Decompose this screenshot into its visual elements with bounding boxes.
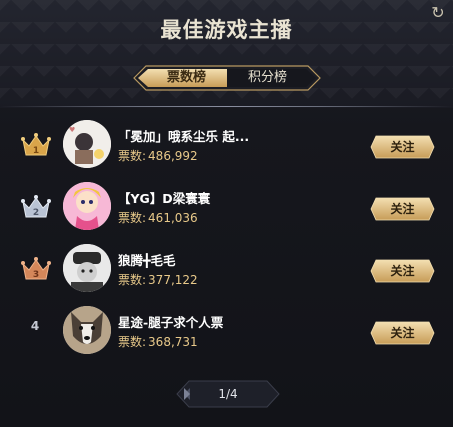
- follow-button[interactable]: 关注: [370, 135, 435, 159]
- avatar[interactable]: [63, 182, 111, 230]
- vote-count: 票数: 377,122: [118, 271, 198, 288]
- streamer-name[interactable]: 【YG】D梁寰寰: [118, 188, 288, 207]
- follow-label: 关注: [390, 264, 415, 278]
- refresh-icon[interactable]: ↻: [429, 4, 447, 22]
- avatar[interactable]: [63, 244, 111, 292]
- follow-button[interactable]: 关注: [370, 321, 435, 345]
- next-page-icon[interactable]: [176, 380, 198, 408]
- avatar[interactable]: ♥: [63, 120, 111, 168]
- silver-crown-icon: 2: [21, 195, 51, 218]
- rank-number: 4: [30, 319, 40, 333]
- pagination: 1/4: [176, 380, 280, 408]
- svg-text:1: 1: [33, 146, 39, 156]
- tab-bar: 票数榜 积分榜: [132, 65, 322, 91]
- list-item: 3 狼腾╋毛毛 票数: 377,122 关注: [0, 241, 453, 299]
- votes-label: 票数:: [118, 273, 147, 287]
- follow-label: 关注: [390, 326, 415, 340]
- follow-button[interactable]: 关注: [370, 197, 435, 221]
- bronze-crown-icon: 3: [21, 257, 51, 280]
- svg-text:♥: ♥: [69, 126, 75, 134]
- avatar[interactable]: [63, 306, 111, 354]
- vote-count: 票数: 368,731: [118, 333, 198, 350]
- list-item: 2 【YG】D梁寰寰 票数: 461,036 关注: [0, 179, 453, 237]
- gold-crown-icon: 1: [21, 133, 51, 156]
- follow-label: 关注: [390, 202, 415, 216]
- vote-count: 票数: 486,992: [118, 147, 198, 164]
- votes-value: 461,036: [148, 211, 198, 225]
- vote-count: 票数: 461,036: [118, 209, 198, 226]
- page-title: 最佳游戏主播: [160, 18, 293, 42]
- streamer-name[interactable]: 「冕加」哦系尘乐 起...: [118, 126, 288, 145]
- ranking-panel: 最佳游戏主播 ↻ 票数榜 积分榜 1 ♥ 「冕加」哦系尘乐 起... 票数: 4…: [0, 0, 453, 427]
- list-item: 1 ♥ 「冕加」哦系尘乐 起... 票数: 486,992 关注: [0, 117, 453, 175]
- votes-value: 486,992: [148, 149, 198, 163]
- votes-label: 票数:: [118, 211, 147, 225]
- votes-label: 票数:: [118, 149, 147, 163]
- follow-button[interactable]: 关注: [370, 259, 435, 283]
- votes-value: 368,731: [148, 335, 198, 349]
- svg-text:3: 3: [33, 270, 39, 280]
- streamer-name[interactable]: 星途-腿子求个人票: [118, 312, 288, 331]
- tab-votes[interactable]: 票数榜: [146, 65, 227, 91]
- tab-points[interactable]: 积分榜: [227, 65, 308, 91]
- votes-label: 票数:: [118, 335, 147, 349]
- streamer-name[interactable]: 狼腾╋毛毛: [118, 250, 288, 269]
- header-divider: [0, 106, 453, 107]
- svg-text:2: 2: [33, 208, 39, 218]
- votes-value: 377,122: [148, 273, 198, 287]
- follow-label: 关注: [390, 140, 415, 154]
- list-item: 4 星途-腿子求个人票 票数: 368,731 关注: [0, 303, 453, 361]
